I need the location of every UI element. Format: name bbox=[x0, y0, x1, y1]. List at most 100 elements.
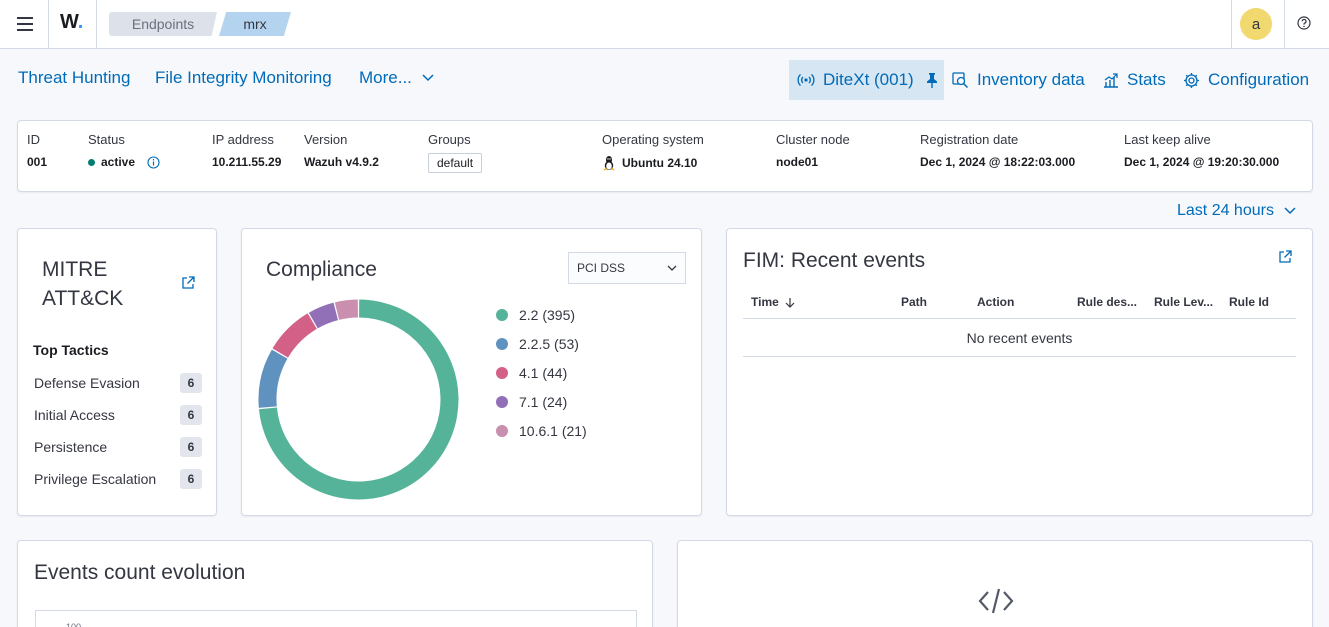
donut-slice-2-2-5[interactable] bbox=[258, 349, 288, 408]
status-dot bbox=[88, 158, 95, 166]
nav-configuration[interactable]: Configuration bbox=[1183, 70, 1309, 90]
time-range-picker[interactable]: Last 24 hours bbox=[1177, 202, 1296, 220]
column-header-rule-id[interactable]: Rule Id bbox=[1229, 295, 1269, 309]
y-axis-tick: 100 bbox=[66, 622, 82, 627]
nav-stats-label: Stats bbox=[1127, 70, 1166, 89]
legend-item[interactable]: 2.2.5 (53) bbox=[496, 336, 579, 352]
field-os-label: Operating system bbox=[602, 132, 704, 147]
table-divider bbox=[743, 356, 1296, 357]
external-link-icon[interactable] bbox=[181, 276, 195, 290]
tactic-name: Privilege Escalation bbox=[34, 471, 157, 487]
compliance-select[interactable]: PCI DSS bbox=[568, 252, 686, 284]
field-keepalive: Last keep alive Dec 1, 2024 @ 19:20:30.0… bbox=[1124, 132, 1279, 169]
legend-label: 7.1 (24) bbox=[519, 394, 568, 410]
legend-label: 2.2.5 (53) bbox=[519, 336, 579, 352]
column-header-rule-level[interactable]: Rule Lev... bbox=[1154, 295, 1213, 309]
column-header-time[interactable]: Time bbox=[751, 295, 795, 309]
donut-slice-10-6-1[interactable] bbox=[334, 299, 358, 320]
legend-item[interactable]: 4.1 (44) bbox=[496, 365, 567, 381]
table-divider bbox=[743, 318, 1296, 319]
nav-more[interactable]: More... bbox=[359, 68, 434, 88]
field-cluster-label: Cluster node bbox=[776, 132, 850, 147]
nav-file-integrity-monitoring[interactable]: File Integrity Monitoring bbox=[155, 68, 332, 88]
mitre-title: MITRE ATT&CK bbox=[42, 255, 123, 313]
mitre-title-line1: MITRE bbox=[42, 258, 108, 281]
tactic-count-badge: 6 bbox=[180, 469, 202, 489]
chevron-down-icon bbox=[422, 74, 434, 82]
linux-icon bbox=[603, 156, 615, 171]
compliance-title: Compliance bbox=[266, 258, 377, 281]
legend-color-dot bbox=[496, 396, 508, 408]
tactic-row[interactable]: Persistence 6 bbox=[34, 437, 202, 457]
tactic-count-badge: 6 bbox=[180, 437, 202, 457]
field-registration-value: Dec 1, 2024 @ 18:22:03.000 bbox=[920, 155, 1076, 169]
app-logo[interactable]: W. bbox=[60, 11, 83, 34]
mitre-panel: MITRE ATT&CK Top Tactics Defense Evasion… bbox=[17, 228, 217, 516]
field-cluster-value: node01 bbox=[776, 155, 819, 169]
field-registration-label: Registration date bbox=[920, 132, 1019, 147]
nav-inventory-data[interactable]: Inventory data bbox=[952, 70, 1085, 90]
field-ip: IP address 10.211.55.29 bbox=[212, 132, 281, 169]
field-os: Operating system Ubuntu 24.10 bbox=[602, 132, 704, 171]
legend-label: 4.1 (44) bbox=[519, 365, 568, 381]
nav-stats[interactable]: Stats bbox=[1103, 70, 1166, 90]
menu-icon[interactable] bbox=[9, 10, 41, 38]
events-count-panel: Events count evolution 100 bbox=[17, 540, 653, 627]
empty-visualization-panel bbox=[677, 540, 1313, 627]
field-id: ID 001 bbox=[27, 132, 47, 169]
legend-item[interactable]: 2.2 (395) bbox=[496, 307, 575, 323]
gear-icon bbox=[1184, 72, 1199, 88]
nav-threat-hunting[interactable]: Threat Hunting bbox=[18, 68, 130, 88]
tactic-row[interactable]: Initial Access 6 bbox=[34, 405, 202, 425]
no-events-message: No recent events bbox=[966, 330, 1073, 346]
column-time-label: Time bbox=[751, 295, 779, 309]
field-status-value: active bbox=[88, 155, 160, 169]
pin-icon[interactable] bbox=[926, 72, 938, 88]
field-registration: Registration date Dec 1, 2024 @ 18:22:03… bbox=[920, 132, 1075, 169]
tactic-count-badge: 6 bbox=[180, 405, 202, 425]
mitre-title-line2: ATT&CK bbox=[42, 287, 124, 310]
column-header-action[interactable]: Action bbox=[977, 295, 1014, 309]
legend-item[interactable]: 7.1 (24) bbox=[496, 394, 567, 410]
breadcrumb-endpoints[interactable]: Endpoints bbox=[109, 12, 217, 36]
info-icon[interactable] bbox=[147, 155, 160, 169]
help-icon[interactable] bbox=[1297, 16, 1311, 30]
os-name: Ubuntu 24.10 bbox=[622, 156, 698, 170]
code-icon bbox=[978, 588, 1014, 614]
group-badge[interactable]: default bbox=[428, 153, 483, 173]
user-avatar[interactable]: a bbox=[1240, 8, 1272, 40]
fim-title: FIM: Recent events bbox=[743, 249, 926, 272]
field-version: Version Wazuh v4.9.2 bbox=[304, 132, 379, 169]
tactic-count-badge: 6 bbox=[180, 373, 202, 393]
events-count-title: Events count evolution bbox=[34, 561, 246, 584]
donut-slice-4-1[interactable] bbox=[272, 313, 317, 358]
column-header-path[interactable]: Path bbox=[901, 295, 927, 309]
inventory-icon bbox=[952, 71, 969, 88]
field-ip-label: IP address bbox=[212, 132, 274, 147]
fim-panel: FIM: Recent events Time Path Action Rule… bbox=[726, 228, 1313, 516]
field-version-value: Wazuh v4.9.2 bbox=[304, 155, 379, 169]
tactic-row[interactable]: Privilege Escalation 6 bbox=[34, 469, 202, 489]
tactic-name: Initial Access bbox=[34, 407, 115, 423]
agent-info-bar: ID 001 Status active IP address 10.211.5… bbox=[17, 120, 1313, 192]
tactic-row[interactable]: Defense Evasion 6 bbox=[34, 373, 202, 393]
legend-item[interactable]: 10.6.1 (21) bbox=[496, 423, 587, 439]
compliance-panel: Compliance PCI DSS 2.2 (395) 2.2.5 (53) 4.… bbox=[241, 228, 702, 516]
nav-configuration-label: Configuration bbox=[1208, 70, 1310, 89]
header-divider bbox=[1231, 0, 1232, 49]
field-status-label: Status bbox=[88, 132, 125, 147]
agent-menu-button[interactable]: DiteXt (001) bbox=[789, 60, 944, 100]
compliance-donut-chart bbox=[258, 299, 459, 500]
column-header-rule-description[interactable]: Rule des... bbox=[1077, 295, 1137, 309]
header-divider bbox=[96, 0, 97, 49]
nav-inventory-data-label: Inventory data bbox=[977, 70, 1085, 89]
time-range-label: Last 24 hours bbox=[1177, 202, 1274, 219]
field-keepalive-label: Last keep alive bbox=[1124, 132, 1211, 147]
legend-color-dot bbox=[496, 425, 508, 437]
external-link-icon[interactable] bbox=[1278, 250, 1292, 264]
legend-color-dot bbox=[496, 309, 508, 321]
field-id-value: 001 bbox=[27, 155, 48, 169]
events-chart-area: 100 bbox=[35, 610, 637, 627]
tactic-name: Defense Evasion bbox=[34, 375, 140, 391]
antenna-icon bbox=[797, 74, 815, 86]
